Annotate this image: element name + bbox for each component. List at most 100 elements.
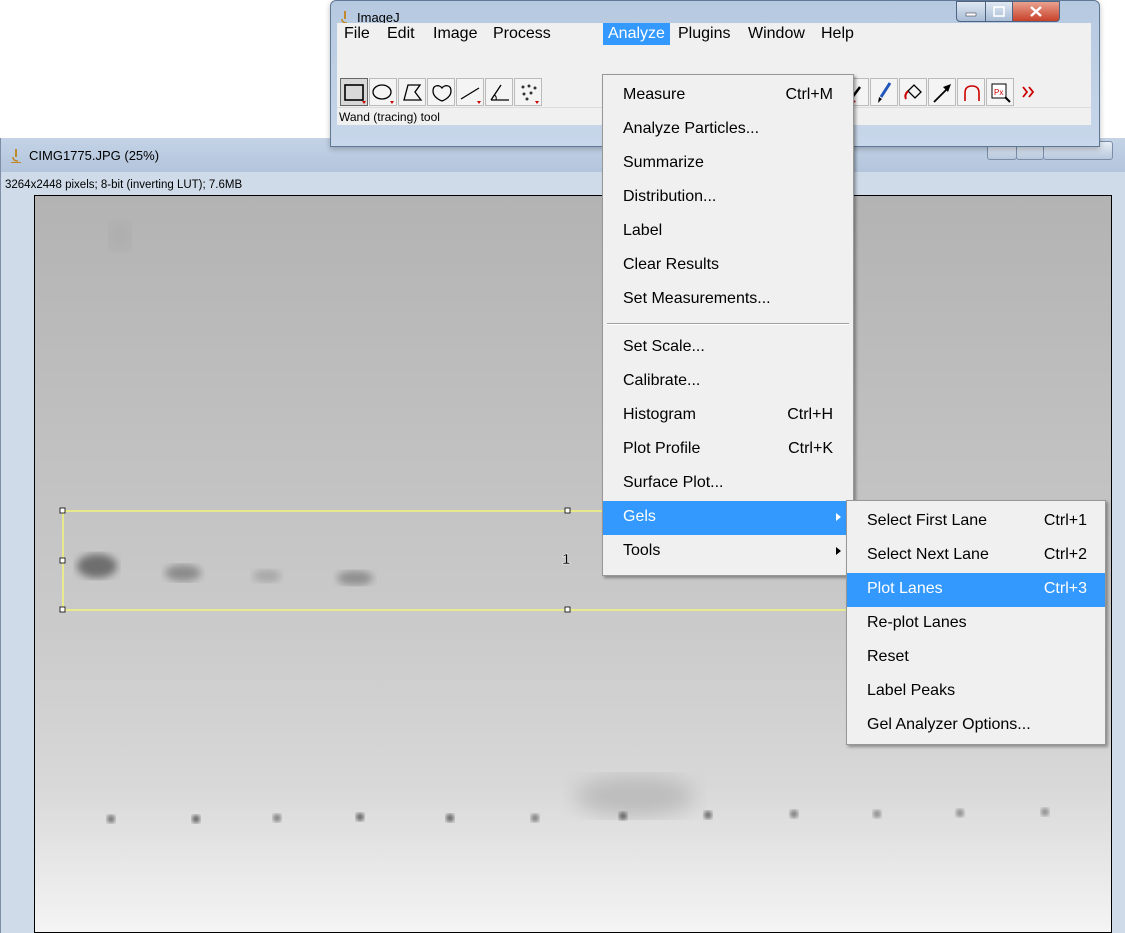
menu-item-label: Select First Lane: [867, 512, 988, 529]
menu-file[interactable]: File: [339, 23, 375, 45]
pixel-inspector-icon: Px: [991, 83, 1011, 103]
menu-item-label: Set Scale...: [623, 338, 705, 355]
menu-process[interactable]: Process: [488, 23, 556, 45]
menu-item-shortcut: Ctrl+1: [1043, 512, 1087, 529]
svg-text:Px: Px: [994, 88, 1003, 97]
oval-tool-button[interactable]: [369, 78, 397, 106]
menu-item-label: Reset: [867, 648, 909, 665]
oval-tool-icon: [372, 84, 394, 104]
imagej-microscope-icon: [11, 149, 21, 163]
menu-image[interactable]: Image: [428, 23, 482, 45]
angle-tool-icon: [490, 84, 509, 101]
minimize-button[interactable]: [956, 1, 986, 22]
menu-bar: File Edit Image Process Analyze Plugins …: [337, 23, 1091, 45]
lane-number-label: 1: [562, 551, 570, 568]
menu-item-label: Measure: [623, 86, 686, 103]
menu-item-set-measurements[interactable]: Set Measurements...: [603, 283, 853, 317]
menu-item-shortcut: Ctrl+2: [1043, 546, 1087, 563]
menu-item-label: Plot Lanes: [867, 580, 943, 597]
wand-tool-icon: [964, 85, 980, 101]
menu-item-label: Histogram: [623, 406, 696, 423]
menu-item-label: Label Peaks: [867, 682, 956, 699]
minimize-icon: [965, 12, 977, 17]
menu-item-calibrate[interactable]: Calibrate...: [603, 365, 853, 399]
menu-item-tools[interactable]: Tools: [603, 535, 853, 569]
menu-item-label: Distribution...: [623, 188, 717, 205]
close-button[interactable]: [1012, 1, 1060, 22]
menu-item-label: Re-plot Lanes: [867, 614, 967, 631]
menu-item-label: Set Measurements...: [623, 290, 771, 307]
menu-item-gel-analyzer-options[interactable]: Gel Analyzer Options...: [847, 709, 1105, 743]
flood-fill-tool-icon: [904, 84, 922, 100]
submenu-arrow-icon: [836, 513, 841, 521]
close-icon: [1030, 6, 1042, 17]
menu-item-label: Tools: [623, 542, 661, 559]
menu-item-histogram[interactable]: Histogram Ctrl+H: [603, 399, 853, 433]
gel-band-spots: [77, 554, 373, 585]
menu-item-measure[interactable]: Measure Ctrl+M: [603, 79, 853, 113]
menu-item-shortcut: Ctrl+K: [788, 440, 833, 457]
gels-submenu: Select First Lane Ctrl+1 Select Next Lan…: [846, 500, 1106, 745]
rectangle-tool-icon: [344, 84, 366, 104]
origin-spot-row: [107, 808, 1049, 823]
menu-item-label: Select Next Lane: [867, 546, 989, 563]
menu-analyze[interactable]: Analyze: [603, 23, 670, 45]
analyze-menu: Measure Ctrl+M Analyze Particles... Summ…: [602, 74, 854, 576]
menu-item-select-first-lane[interactable]: Select First Lane Ctrl+1: [847, 505, 1105, 539]
submenu-arrow-icon: [836, 547, 841, 555]
menu-item-shortcut: Ctrl+3: [1043, 580, 1087, 597]
wand-tool-button[interactable]: [957, 78, 985, 106]
menu-item-shortcut: Ctrl+M: [785, 86, 833, 103]
multipoint-tool-icon: [521, 84, 539, 104]
image-window-title: CIMG1775.JPG (25%): [29, 148, 160, 163]
menu-item-shortcut: Ctrl+H: [787, 406, 833, 423]
menu-item-label: Plot Profile: [623, 440, 701, 457]
freehand-tool-icon: [432, 85, 452, 102]
arrow-tool-icon: [933, 84, 951, 103]
maximize-icon: [993, 6, 1005, 17]
menu-item-select-next-lane[interactable]: Select Next Lane Ctrl+2: [847, 539, 1105, 573]
menu-item-gels[interactable]: Gels: [603, 501, 853, 535]
menu-item-summarize[interactable]: Summarize: [603, 147, 853, 181]
menu-item-distribution[interactable]: Distribution...: [603, 181, 853, 215]
brush-tool-button[interactable]: [870, 78, 898, 106]
freehand-tool-button[interactable]: [427, 78, 455, 106]
menu-item-reset[interactable]: Reset: [847, 641, 1105, 675]
menu-item-clear-results[interactable]: Clear Results: [603, 249, 853, 283]
maximize-button[interactable]: [985, 1, 1013, 22]
menu-item-label: Summarize: [623, 154, 704, 171]
menu-item-re-plot-lanes[interactable]: Re-plot Lanes: [847, 607, 1105, 641]
multipoint-tool-button[interactable]: [514, 78, 542, 106]
menu-item-analyze-particles[interactable]: Analyze Particles...: [603, 113, 853, 147]
brush-tool-icon: [878, 82, 892, 103]
rectangle-tool-button[interactable]: [340, 78, 368, 106]
flood-fill-tool-button[interactable]: [899, 78, 927, 106]
menu-item-label: Clear Results: [623, 256, 720, 273]
pixel-inspector-button[interactable]: Px: [986, 78, 1014, 106]
line-tool-button[interactable]: [456, 78, 484, 106]
menu-window[interactable]: Window: [743, 23, 810, 45]
line-tool-icon: [460, 87, 481, 104]
more-tools-icon: [1022, 86, 1035, 98]
menu-item-label: Gels: [623, 508, 656, 525]
menu-item-set-scale[interactable]: Set Scale...: [603, 331, 853, 365]
polygon-tool-button[interactable]: [398, 78, 426, 106]
menu-item-label[interactable]: Label: [603, 215, 853, 249]
menu-item-plot-lanes[interactable]: Plot Lanes Ctrl+3: [847, 573, 1105, 607]
angle-tool-button[interactable]: [485, 78, 513, 106]
menu-item-label: Gel Analyzer Options...: [867, 716, 1031, 733]
menu-separator: [607, 323, 849, 325]
image-info-bar: 3264x2448 pixels; 8-bit (inverting LUT);…: [5, 179, 243, 191]
more-tools-button[interactable]: [1015, 78, 1043, 106]
menu-edit[interactable]: Edit: [382, 23, 420, 45]
menu-item-plot-profile[interactable]: Plot Profile Ctrl+K: [603, 433, 853, 467]
menu-help[interactable]: Help: [816, 23, 859, 45]
menu-item-label-peaks[interactable]: Label Peaks: [847, 675, 1105, 709]
menu-item-label-text: Label: [623, 222, 663, 239]
menu-item-label: Surface Plot...: [623, 474, 724, 491]
menu-item-surface-plot[interactable]: Surface Plot...: [603, 467, 853, 501]
menu-plugins[interactable]: Plugins: [673, 23, 735, 45]
menu-item-label: Calibrate...: [623, 372, 701, 389]
arrow-tool-button[interactable]: [928, 78, 956, 106]
menu-item-label: Analyze Particles...: [623, 120, 760, 137]
